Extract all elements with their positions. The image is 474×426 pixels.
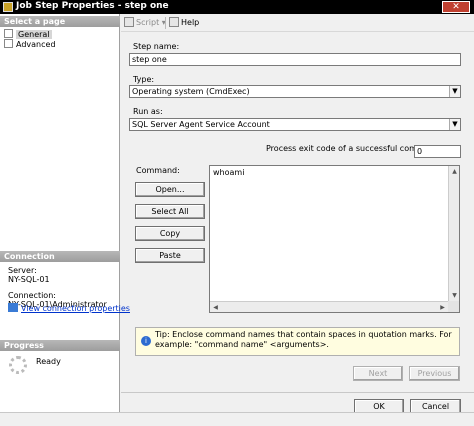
command-textarea[interactable]: whoami ▲ ▼ ◀ ▶ xyxy=(209,165,460,313)
select-page-header: Select a page xyxy=(0,16,120,27)
progress-spinner-icon xyxy=(9,356,27,374)
command-text: whoami xyxy=(213,168,245,177)
nav-item-general[interactable]: General xyxy=(4,29,52,39)
help-icon xyxy=(169,17,179,27)
select-all-button[interactable]: Select All xyxy=(135,204,205,219)
connection-label: Connection: xyxy=(8,291,56,300)
type-select-value: Operating system (CmdExec) xyxy=(132,87,250,96)
script-icon xyxy=(124,17,134,27)
previous-button[interactable]: Previous xyxy=(409,366,460,381)
next-button[interactable]: Next xyxy=(353,366,403,381)
connection-properties-icon xyxy=(8,303,18,312)
server-value: NY-SQL-01 xyxy=(8,275,50,284)
scroll-left-icon[interactable]: ◀ xyxy=(210,302,221,313)
chevron-down-icon[interactable]: ▼ xyxy=(449,119,460,130)
run-as-label: Run as: xyxy=(133,107,163,116)
scrollbar-corner xyxy=(448,301,459,312)
exit-code-input[interactable]: 0 xyxy=(414,145,461,158)
run-as-select[interactable]: SQL Server Agent Service Account ▼ xyxy=(129,118,461,131)
copy-button[interactable]: Copy xyxy=(135,226,205,241)
progress-header: Progress xyxy=(0,340,120,351)
nav-item-label: General xyxy=(16,30,52,39)
scroll-up-icon[interactable]: ▲ xyxy=(449,166,460,177)
script-button[interactable]: Script ▾ xyxy=(124,17,166,29)
type-label: Type: xyxy=(133,75,155,84)
type-select[interactable]: Operating system (CmdExec) ▼ xyxy=(129,85,461,98)
paste-button[interactable]: Paste xyxy=(135,248,205,263)
vertical-scrollbar[interactable]: ▲ ▼ xyxy=(448,166,459,301)
help-button[interactable]: Help xyxy=(169,17,199,29)
script-label: Script xyxy=(136,18,160,27)
window-bottom-edge xyxy=(0,412,474,426)
page-icon xyxy=(4,29,13,38)
close-button[interactable]: ✕ xyxy=(442,1,470,13)
job-step-icon xyxy=(3,2,13,12)
window-title: Job Step Properties - step one xyxy=(16,1,169,11)
connection-header: Connection xyxy=(0,251,120,262)
run-as-select-value: SQL Server Agent Service Account xyxy=(132,120,270,129)
title-bar: Job Step Properties - step one ✕ xyxy=(0,0,474,14)
left-pane: Select a page General Advanced Connectio… xyxy=(0,14,120,412)
step-name-input[interactable]: step one xyxy=(129,53,461,66)
scroll-down-icon[interactable]: ▼ xyxy=(449,290,460,301)
info-icon: i xyxy=(141,336,151,346)
tip-text: Tip: Enclose command names that contain … xyxy=(155,330,452,349)
server-label: Server: xyxy=(8,266,37,275)
nav-item-advanced[interactable]: Advanced xyxy=(4,39,56,49)
toolbar: Script ▾ Help xyxy=(121,14,474,32)
nav-item-label: Advanced xyxy=(16,40,56,49)
view-connection-properties-link[interactable]: View connection properties xyxy=(8,303,130,313)
horizontal-scrollbar[interactable]: ◀ ▶ xyxy=(210,301,448,312)
view-connection-link-label: View connection properties xyxy=(21,304,130,313)
help-label: Help xyxy=(181,18,200,27)
progress-status: Ready xyxy=(36,357,61,366)
step-name-label: Step name: xyxy=(133,42,180,51)
page-icon xyxy=(4,39,13,48)
chevron-down-icon[interactable]: ▼ xyxy=(449,86,460,97)
command-label: Command: xyxy=(136,166,180,175)
toolbar-separator xyxy=(165,17,166,29)
open-button[interactable]: Open... xyxy=(135,182,205,197)
tip-box: i Tip: Enclose command names that contai… xyxy=(135,327,460,356)
divider xyxy=(121,392,474,393)
scroll-right-icon[interactable]: ▶ xyxy=(437,302,448,313)
